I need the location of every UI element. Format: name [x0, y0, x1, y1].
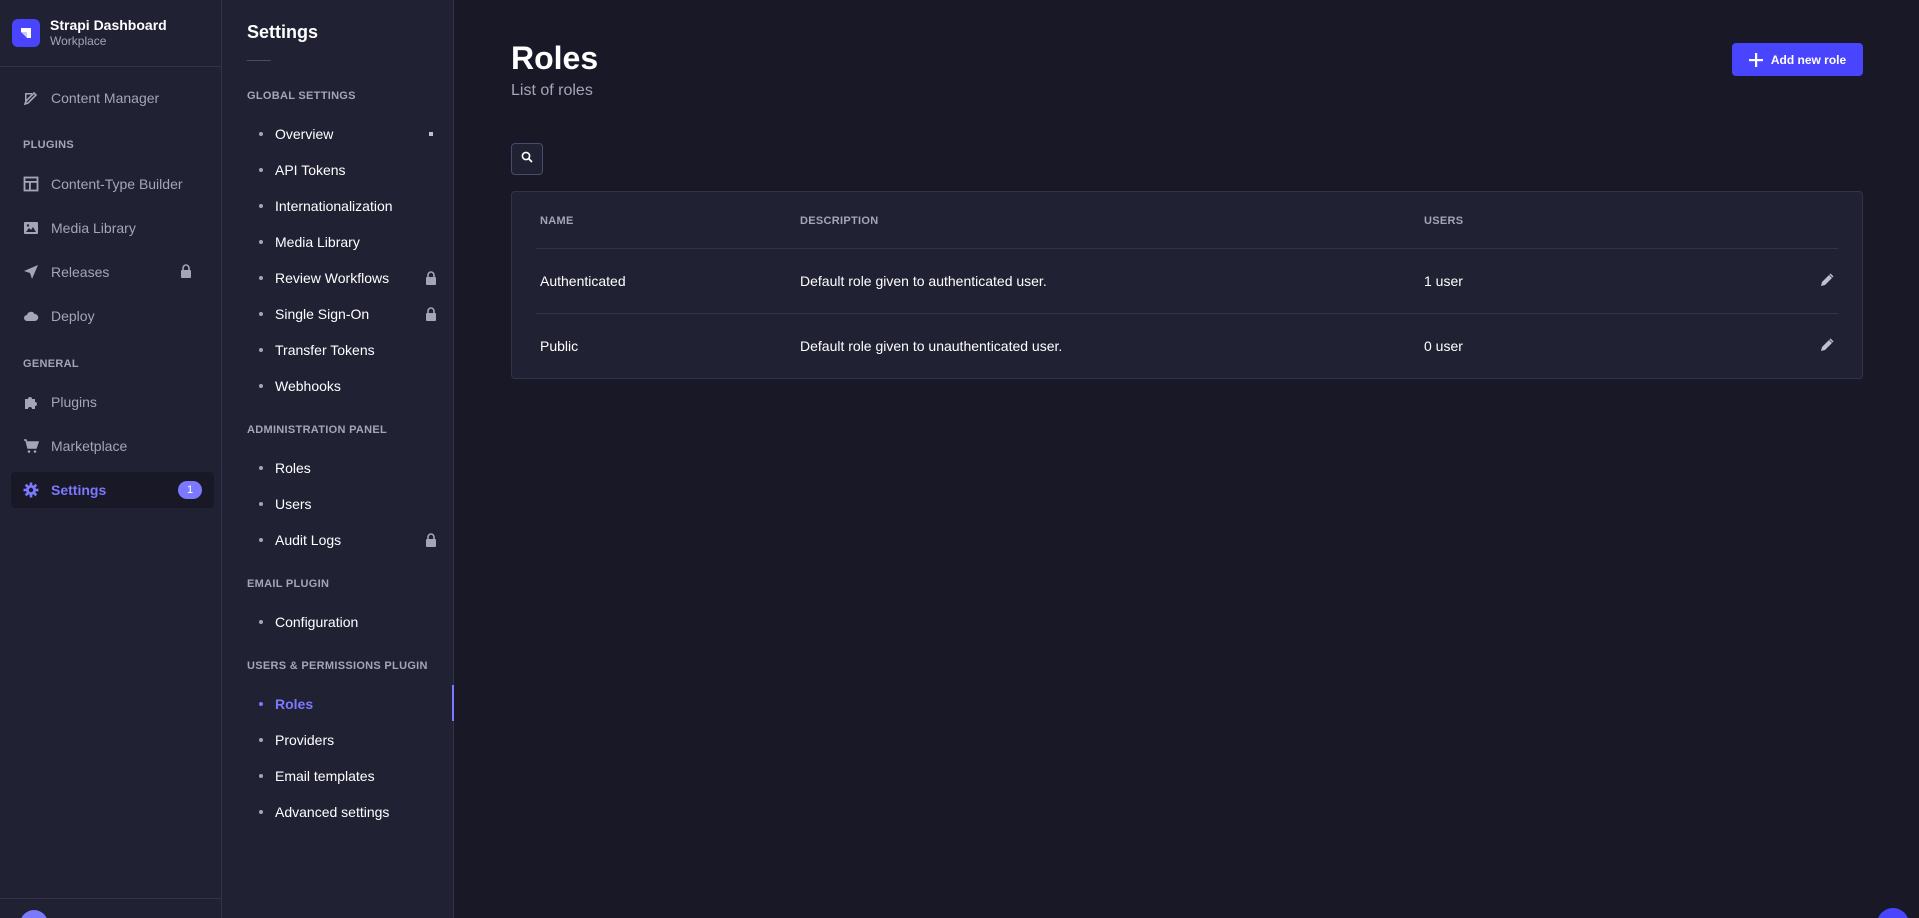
nav-media-library[interactable]: Media Library [11, 210, 214, 246]
nav-plugins[interactable]: Plugins [11, 384, 214, 420]
column-header-name: NAME [540, 215, 574, 227]
feather-icon [23, 90, 39, 106]
subnav-item-email-templates[interactable]: Email templates [222, 760, 453, 792]
pencil-icon[interactable] [1820, 273, 1834, 292]
image-icon [23, 220, 39, 236]
nav-content-manager[interactable]: Content Manager [11, 80, 214, 116]
section-global-settings: GLOBAL SETTINGS [247, 90, 356, 102]
search-icon [521, 150, 533, 168]
column-header-description: DESCRIPTION [800, 215, 879, 227]
paper-plane-icon [23, 264, 39, 280]
main-navigation: Strapi Dashboard Workplace Content Manag… [0, 0, 222, 918]
subnav-label: Review Workflows [275, 270, 390, 286]
section-users-permissions: USERS & PERMISSIONS PLUGIN [247, 660, 428, 672]
add-new-role-button[interactable]: Add new role [1732, 43, 1863, 76]
role-users: 1 user [1424, 273, 1463, 289]
subnav-item-review-workflows[interactable]: Review Workflows [222, 262, 453, 294]
cloud-icon [23, 308, 39, 324]
subnav-item-webhooks[interactable]: Webhooks [222, 370, 453, 402]
lock-icon [425, 307, 437, 324]
subnav-item-up-roles[interactable]: Roles [222, 685, 454, 721]
role-name: Public [540, 338, 579, 354]
user-avatar[interactable] [20, 910, 48, 918]
subnav-item-providers[interactable]: Providers [222, 724, 453, 756]
roles-table: NAME DESCRIPTION USERS Authenticated Def… [511, 191, 1863, 379]
search-button[interactable] [511, 143, 543, 175]
nav-label: Content Manager [51, 90, 160, 106]
nav-label: Deploy [51, 308, 95, 324]
subnav-label: Single Sign-On [275, 306, 370, 322]
nav-label: Releases [51, 264, 110, 280]
nav-settings[interactable]: Settings 1 [11, 472, 214, 508]
lock-icon [180, 264, 192, 281]
lock-icon [425, 533, 437, 550]
nav-marketplace[interactable]: Marketplace [11, 428, 214, 464]
layout-icon [23, 176, 39, 192]
subnav-item-media-library[interactable]: Media Library [222, 226, 453, 258]
column-header-users: USERS [1424, 215, 1464, 227]
subnav-label: Audit Logs [275, 532, 342, 548]
subnav-item-internationalization[interactable]: Internationalization [222, 190, 453, 222]
nav-section-plugins: PLUGINS [23, 139, 74, 151]
nav-section-general: GENERAL [23, 358, 79, 370]
nav-releases[interactable]: Releases [11, 254, 214, 290]
nav-label: Marketplace [51, 438, 128, 454]
role-name: Authenticated [540, 273, 626, 289]
pencil-icon[interactable] [1820, 338, 1834, 357]
role-description: Default role given to unauthenticated us… [800, 338, 1063, 354]
subnav-item-audit-logs[interactable]: Audit Logs [222, 524, 453, 556]
subnav-item-transfer-tokens[interactable]: Transfer Tokens [222, 334, 453, 366]
nav-deploy[interactable]: Deploy [11, 298, 214, 334]
settings-badge: 1 [178, 481, 202, 499]
overview-indicator [429, 132, 433, 136]
subnav-item-single-sign-on[interactable]: Single Sign-On [222, 298, 453, 330]
brand-title: Strapi Dashboard [50, 17, 167, 33]
brand-header: Strapi Dashboard Workplace [0, 0, 221, 67]
subnav-item-users[interactable]: Users [222, 488, 453, 520]
strapi-logo-icon [12, 19, 40, 47]
page-subtitle: List of roles [511, 82, 593, 99]
table-row[interactable]: Public Default role given to unauthentic… [536, 313, 1838, 378]
subnav-item-configuration[interactable]: Configuration [222, 606, 453, 638]
subnav-item-overview[interactable]: Overview [222, 118, 453, 150]
lock-icon [425, 271, 437, 288]
brand-subtitle: Workplace [50, 34, 107, 48]
plus-icon [1748, 52, 1763, 67]
page-title: Roles [511, 40, 599, 76]
role-users: 0 user [1424, 338, 1463, 354]
cart-icon [23, 438, 39, 454]
section-administration-panel: ADMINISTRATION PANEL [247, 424, 388, 436]
nav-label: Plugins [51, 394, 97, 410]
subnav-item-api-tokens[interactable]: API Tokens [222, 154, 453, 186]
settings-subnav: Settings GLOBAL SETTINGS Overview API To… [222, 0, 454, 918]
gear-icon [23, 482, 39, 498]
nav-label: Media Library [51, 220, 136, 236]
subnav-item-advanced-settings[interactable]: Advanced settings [222, 796, 453, 828]
nav-content-type-builder[interactable]: Content-Type Builder [11, 166, 214, 202]
subnav-item-admin-roles[interactable]: Roles [222, 452, 453, 484]
nav-label: Content-Type Builder [51, 176, 183, 192]
add-button-label: Add new role [1770, 52, 1847, 67]
nav-label: Settings [51, 482, 107, 498]
main-content: Roles List of roles Add new role NAME DE… [454, 0, 1919, 918]
puzzle-icon [23, 394, 39, 410]
role-description: Default role given to authenticated user… [800, 273, 1047, 289]
section-email-plugin: EMAIL PLUGIN [247, 578, 330, 590]
nav-divider [0, 898, 222, 899]
table-row[interactable]: Authenticated Default role given to auth… [536, 248, 1838, 313]
subnav-divider [247, 60, 271, 61]
app-root: Strapi Dashboard Workplace Content Manag… [0, 0, 1919, 918]
subnav-title: Settings [247, 22, 319, 42]
